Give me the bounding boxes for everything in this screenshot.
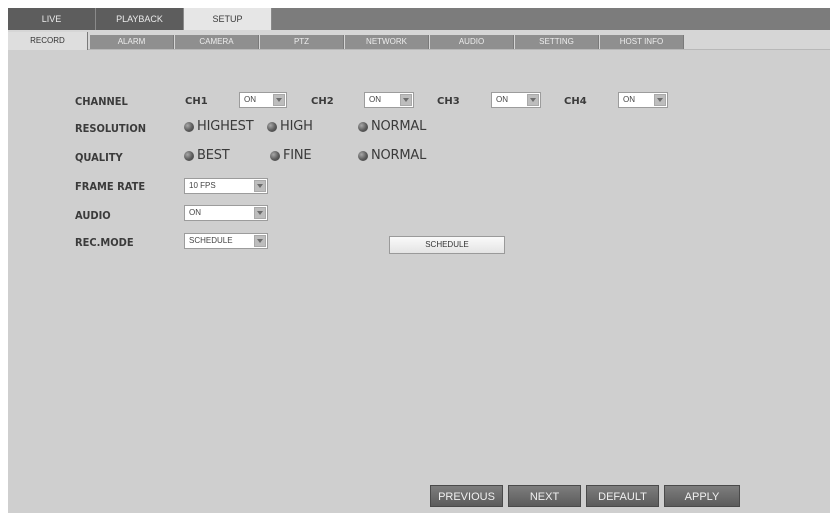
setup-window: LIVE PLAYBACK SETUP RECORD ALARM CAMERA … [8,8,830,513]
chevron-down-icon [654,94,666,106]
chevron-down-icon [254,235,266,247]
resolution-label: RESOLUTION [75,122,147,135]
subtab-audio[interactable]: AUDIO [430,35,514,49]
quality-option-best[interactable]: BEST [184,148,230,163]
chevron-down-icon [400,94,412,106]
chevron-down-icon [273,94,285,106]
apply-button[interactable]: APPLY [664,485,740,507]
resolution-option-label: HIGHEST [197,119,254,134]
radio-dot-icon [184,150,194,161]
ch3-select-value: ON [496,95,508,104]
ch2-select-value: ON [369,95,381,104]
ch2-label: CH2 [311,96,334,107]
frame-rate-label: FRAME RATE [75,180,146,193]
ch4-label: CH4 [564,96,587,107]
ch3-label: CH3 [437,96,460,107]
subtab-camera[interactable]: CAMERA [175,35,259,49]
top-tab-bar: LIVE PLAYBACK SETUP [8,8,830,30]
chevron-down-icon [254,207,266,219]
radio-dot-icon [184,121,194,132]
tab-live[interactable]: LIVE [8,8,96,30]
previous-button[interactable]: PREVIOUS [430,485,503,507]
quality-option-label: NORMAL [371,148,427,163]
quality-option-label: FINE [283,148,312,163]
audio-select-value: ON [189,208,201,217]
tab-setup[interactable]: SETUP [184,8,272,30]
chevron-down-icon [527,94,539,106]
ch4-select[interactable]: ON [618,92,668,108]
radio-dot-icon [267,121,277,132]
radio-dot-icon [358,121,368,132]
subtab-record[interactable]: RECORD [8,32,88,50]
ch3-select[interactable]: ON [491,92,541,108]
resolution-option-label: NORMAL [371,119,427,134]
rec-mode-select[interactable]: SCHEDULE [184,233,268,249]
frame-rate-select-value: 10 FPS [189,181,216,190]
ch2-select[interactable]: ON [364,92,414,108]
quality-option-label: BEST [197,148,230,163]
schedule-button[interactable]: SCHEDULE [389,236,505,254]
ch1-select-value: ON [244,95,256,104]
quality-label: QUALITY [75,151,123,164]
audio-label: AUDIO [75,209,111,222]
subtab-ptz[interactable]: PTZ [260,35,344,49]
subtab-host-info[interactable]: HOST INFO [600,35,684,49]
ch1-select[interactable]: ON [239,92,287,108]
tab-playback[interactable]: PLAYBACK [96,8,184,30]
resolution-option-high[interactable]: HIGH [267,119,313,134]
subtab-network[interactable]: NETWORK [345,35,429,49]
resolution-option-label: HIGH [280,119,313,134]
ch4-select-value: ON [623,95,635,104]
quality-option-normal[interactable]: NORMAL [358,148,426,163]
resolution-option-normal[interactable]: NORMAL [358,119,426,134]
subtab-setting[interactable]: SETTING [515,35,599,49]
sub-tab-bar: RECORD ALARM CAMERA PTZ NETWORK AUDIO SE… [8,30,830,50]
audio-select[interactable]: ON [184,205,268,221]
chevron-down-icon [254,180,266,192]
frame-rate-select[interactable]: 10 FPS [184,178,268,194]
default-button[interactable]: DEFAULT [586,485,659,507]
subtab-alarm[interactable]: ALARM [90,35,174,49]
radio-dot-icon [270,150,280,161]
quality-option-fine[interactable]: FINE [270,148,312,163]
rec-mode-select-value: SCHEDULE [189,236,233,245]
next-button[interactable]: NEXT [508,485,581,507]
channel-label: CHANNEL [75,95,128,108]
rec-mode-label: REC.MODE [75,236,134,249]
ch1-label: CH1 [185,96,208,107]
radio-dot-icon [358,150,368,161]
resolution-option-highest[interactable]: HIGHEST [184,119,254,134]
